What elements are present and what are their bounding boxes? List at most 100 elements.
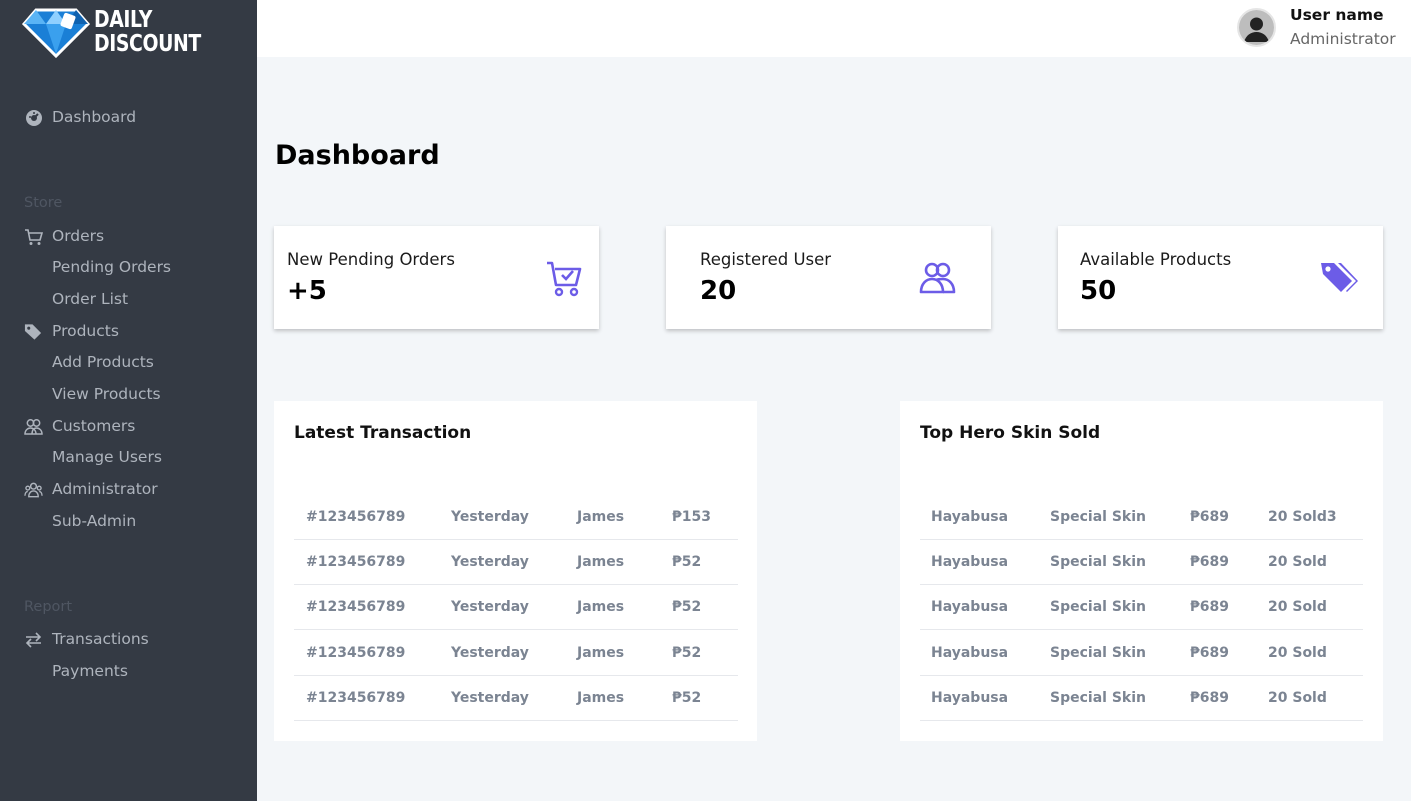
avatar[interactable] — [1237, 8, 1276, 47]
skin-type: Special Skin — [1050, 554, 1146, 570]
transaction-amount: ₱52 — [672, 599, 702, 615]
sidebar-item-administrator[interactable]: Administrator — [0, 476, 257, 502]
table-row[interactable]: #123456789 Yesterday James ₱52 — [294, 631, 738, 676]
transaction-customer: James — [577, 690, 625, 706]
sold-count: 20 Sold — [1268, 599, 1327, 615]
table-row[interactable]: #123456789 Yesterday James ₱52 — [294, 540, 738, 585]
sidebar-section-store: Store — [24, 195, 63, 211]
transaction-date: Yesterday — [451, 690, 529, 706]
sidebar-item-view-products[interactable]: View Products — [0, 381, 257, 407]
swap-arrows-icon — [24, 630, 43, 649]
sidebar-item-label: Sub-Admin — [52, 512, 137, 530]
sidebar-item-manage-users[interactable]: Manage Users — [0, 444, 257, 470]
brand-logo[interactable]: DAILY DISCOUNT — [22, 8, 222, 60]
stat-card-title: New Pending Orders — [287, 250, 455, 269]
hero-name: Hayabusa — [931, 509, 1009, 525]
skin-price: ₱689 — [1190, 509, 1229, 525]
transaction-date: Yesterday — [451, 509, 529, 525]
brand-name: DAILY DISCOUNT — [94, 7, 201, 57]
sidebar-item-label: Manage Users — [52, 448, 162, 466]
top-hero-skin-panel: Top Hero Skin Sold Hayabusa Special Skin… — [900, 401, 1383, 741]
transaction-amount: ₱52 — [672, 554, 702, 570]
table-row[interactable]: Hayabusa Special Skin ₱689 20 Sold — [920, 585, 1363, 630]
skin-price: ₱689 — [1190, 690, 1229, 706]
users-icon — [919, 262, 956, 294]
sidebar-item-products[interactable]: Products — [0, 318, 257, 344]
transaction-customer: James — [577, 599, 625, 615]
transaction-date: Yesterday — [451, 554, 529, 570]
transaction-amount: ₱153 — [672, 509, 711, 525]
skin-type: Special Skin — [1050, 690, 1146, 706]
sidebar: DAILY DISCOUNT Dashboard Store Orders Pe… — [0, 0, 257, 801]
transaction-customer: James — [577, 509, 625, 525]
sidebar-item-payments[interactable]: Payments — [0, 658, 257, 684]
sidebar-item-customers[interactable]: Customers — [0, 413, 257, 439]
sold-count: 20 Sold — [1268, 690, 1327, 706]
hero-name: Hayabusa — [931, 690, 1009, 706]
sold-count: 20 Sold — [1268, 554, 1327, 570]
transaction-id: #123456789 — [306, 599, 406, 615]
sidebar-item-label: View Products — [52, 385, 161, 403]
skin-type: Special Skin — [1050, 599, 1146, 615]
stat-card-title: Available Products — [1080, 250, 1232, 269]
sidebar-item-label: Payments — [52, 662, 128, 680]
cart-check-icon — [547, 261, 582, 297]
table-row[interactable]: Hayabusa Special Skin ₱689 20 Sold3 — [920, 495, 1363, 540]
sidebar-item-label: Orders — [52, 227, 105, 245]
user-group-icon — [24, 480, 43, 499]
stat-card-value: 50 — [1080, 276, 1117, 306]
skin-price: ₱689 — [1190, 599, 1229, 615]
table-row[interactable]: Hayabusa Special Skin ₱689 20 Sold — [920, 631, 1363, 676]
table-row[interactable]: Hayabusa Special Skin ₱689 20 Sold — [920, 676, 1363, 721]
hero-name: Hayabusa — [931, 645, 1009, 661]
stat-card-value: +5 — [287, 276, 327, 306]
sold-count: 20 Sold — [1268, 645, 1327, 661]
transaction-customer: James — [577, 645, 625, 661]
panel-title: Latest Transaction — [294, 423, 472, 443]
stat-card-available-products[interactable]: Available Products 50 — [1058, 226, 1383, 329]
gauge-icon — [24, 108, 43, 127]
transaction-amount: ₱52 — [672, 645, 702, 661]
transaction-id: #123456789 — [306, 645, 406, 661]
sidebar-item-label: Pending Orders — [52, 258, 172, 276]
stat-card-title: Registered User — [700, 250, 832, 269]
tags-icon — [24, 322, 43, 341]
stat-card-value: 20 — [700, 276, 737, 306]
cart-icon — [24, 227, 43, 246]
transaction-date: Yesterday — [451, 599, 529, 615]
panel-title: Top Hero Skin Sold — [920, 423, 1101, 443]
user-name: User name — [1290, 6, 1384, 24]
hero-name: Hayabusa — [931, 554, 1009, 570]
stat-card-pending-orders[interactable]: New Pending Orders +5 — [274, 226, 599, 329]
users-icon — [24, 417, 43, 436]
sidebar-item-label: Order List — [52, 290, 129, 308]
transaction-date: Yesterday — [451, 645, 529, 661]
skin-type: Special Skin — [1050, 509, 1146, 525]
skin-type: Special Skin — [1050, 645, 1146, 661]
sold-count: 20 Sold3 — [1268, 509, 1337, 525]
sidebar-item-dashboard[interactable]: Dashboard — [0, 104, 257, 130]
table-row[interactable]: #123456789 Yesterday James ₱52 — [294, 676, 738, 721]
transaction-customer: James — [577, 554, 625, 570]
sidebar-item-label: Products — [52, 322, 119, 340]
sidebar-item-pending-orders[interactable]: Pending Orders — [0, 254, 257, 280]
sidebar-item-order-list[interactable]: Order List — [0, 286, 257, 312]
sidebar-item-label: Customers — [52, 417, 136, 435]
table-row[interactable]: Hayabusa Special Skin ₱689 20 Sold — [920, 540, 1363, 585]
sidebar-item-orders[interactable]: Orders — [0, 223, 257, 249]
sidebar-item-transactions[interactable]: Transactions — [0, 626, 257, 652]
latest-transaction-panel: Latest Transaction #123456789 Yesterday … — [274, 401, 757, 741]
tags-icon — [1321, 263, 1358, 292]
stat-card-registered-user[interactable]: Registered User 20 — [666, 226, 991, 329]
sidebar-item-add-products[interactable]: Add Products — [0, 349, 257, 375]
sidebar-item-sub-admin[interactable]: Sub-Admin — [0, 508, 257, 534]
page-title: Dashboard — [275, 140, 440, 171]
diamond-logo-icon — [22, 8, 90, 58]
sidebar-item-label: Add Products — [52, 353, 154, 371]
table-row[interactable]: #123456789 Yesterday James ₱153 — [294, 495, 738, 540]
sidebar-item-label: Transactions — [52, 630, 149, 648]
transaction-amount: ₱52 — [672, 690, 702, 706]
user-role: Administrator — [1290, 30, 1396, 48]
table-row[interactable]: #123456789 Yesterday James ₱52 — [294, 585, 738, 630]
hero-name: Hayabusa — [931, 599, 1009, 615]
